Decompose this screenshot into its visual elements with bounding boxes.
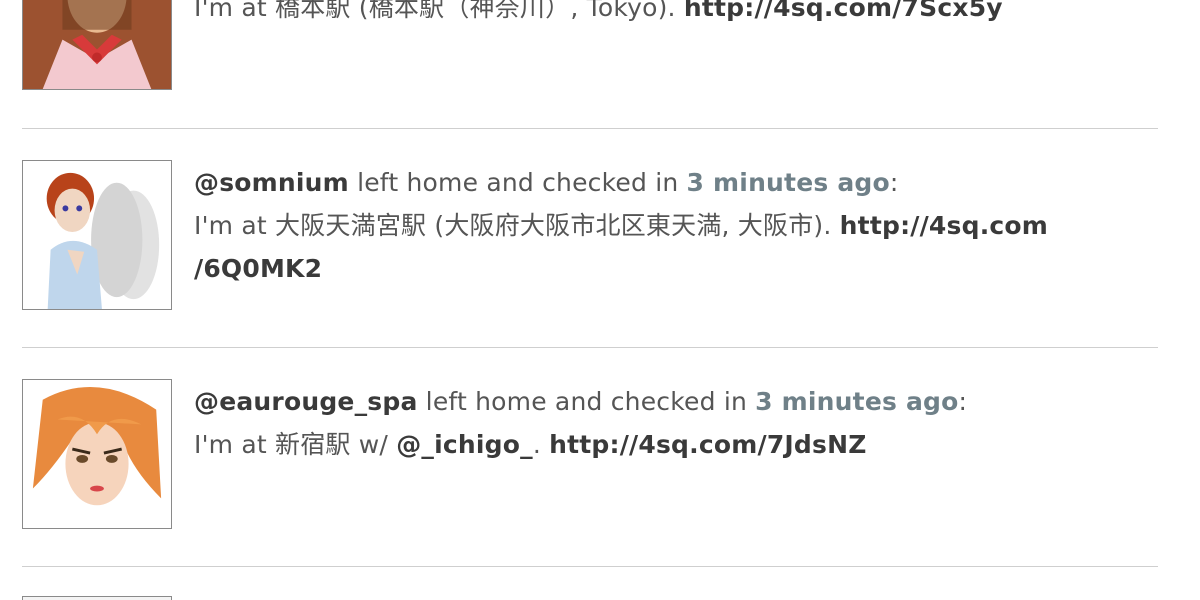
entry-text: I'm at 橋本駅 (橋本駅（神奈川）, Tokyo). http://4sq… xyxy=(194,0,1154,29)
timestamp[interactable]: 3 minutes ago xyxy=(687,168,890,197)
checkin-message: I'm at 新宿駅 w/ xyxy=(194,430,397,459)
checkin-feed: I'm at 橋本駅 (橋本駅（神奈川）, Tokyo). http://4sq… xyxy=(0,0,1200,600)
colon: : xyxy=(958,387,968,416)
avatar-image xyxy=(23,380,171,528)
timestamp[interactable]: 3 minutes ago xyxy=(755,387,958,416)
user-avatar[interactable] xyxy=(22,0,172,90)
user-avatar[interactable] xyxy=(22,379,172,529)
foursquare-link[interactable]: http://4sq.com xyxy=(840,211,1048,240)
avatar-image xyxy=(23,161,171,309)
user-avatar[interactable] xyxy=(22,596,172,600)
foursquare-link-continued[interactable]: /6Q0MK2 xyxy=(194,254,322,283)
foursquare-link[interactable]: http://4sq.com/7JdsNZ xyxy=(549,430,866,459)
mention-link[interactable]: @_ichigo_ xyxy=(396,430,533,459)
entry-text: @somnium left home and checked in 3 minu… xyxy=(194,161,1154,290)
separator-text: . xyxy=(532,430,550,459)
foursquare-link[interactable]: http://4sq.com/7Scx5y xyxy=(684,0,1003,22)
username-link[interactable]: @eaurouge_spa xyxy=(194,387,418,416)
checkin-action: left home and checked in xyxy=(348,168,687,197)
checkin-message: I'm at 大阪天満宮駅 (大阪府大阪市北区東天満, 大阪市). xyxy=(194,211,840,240)
entry-divider xyxy=(22,128,1158,129)
username-link[interactable]: @somnium xyxy=(194,168,349,197)
user-avatar[interactable] xyxy=(22,160,172,310)
entry-divider xyxy=(22,566,1158,567)
avatar-image xyxy=(23,0,171,89)
checkin-message: I'm at 橋本駅 (橋本駅（神奈川）, Tokyo). xyxy=(194,0,684,22)
checkin-action: left home and checked in xyxy=(417,387,756,416)
entry-text: @eaurouge_spa left home and checked in 3… xyxy=(194,380,1154,466)
entry-divider xyxy=(22,347,1158,348)
colon: : xyxy=(889,168,899,197)
